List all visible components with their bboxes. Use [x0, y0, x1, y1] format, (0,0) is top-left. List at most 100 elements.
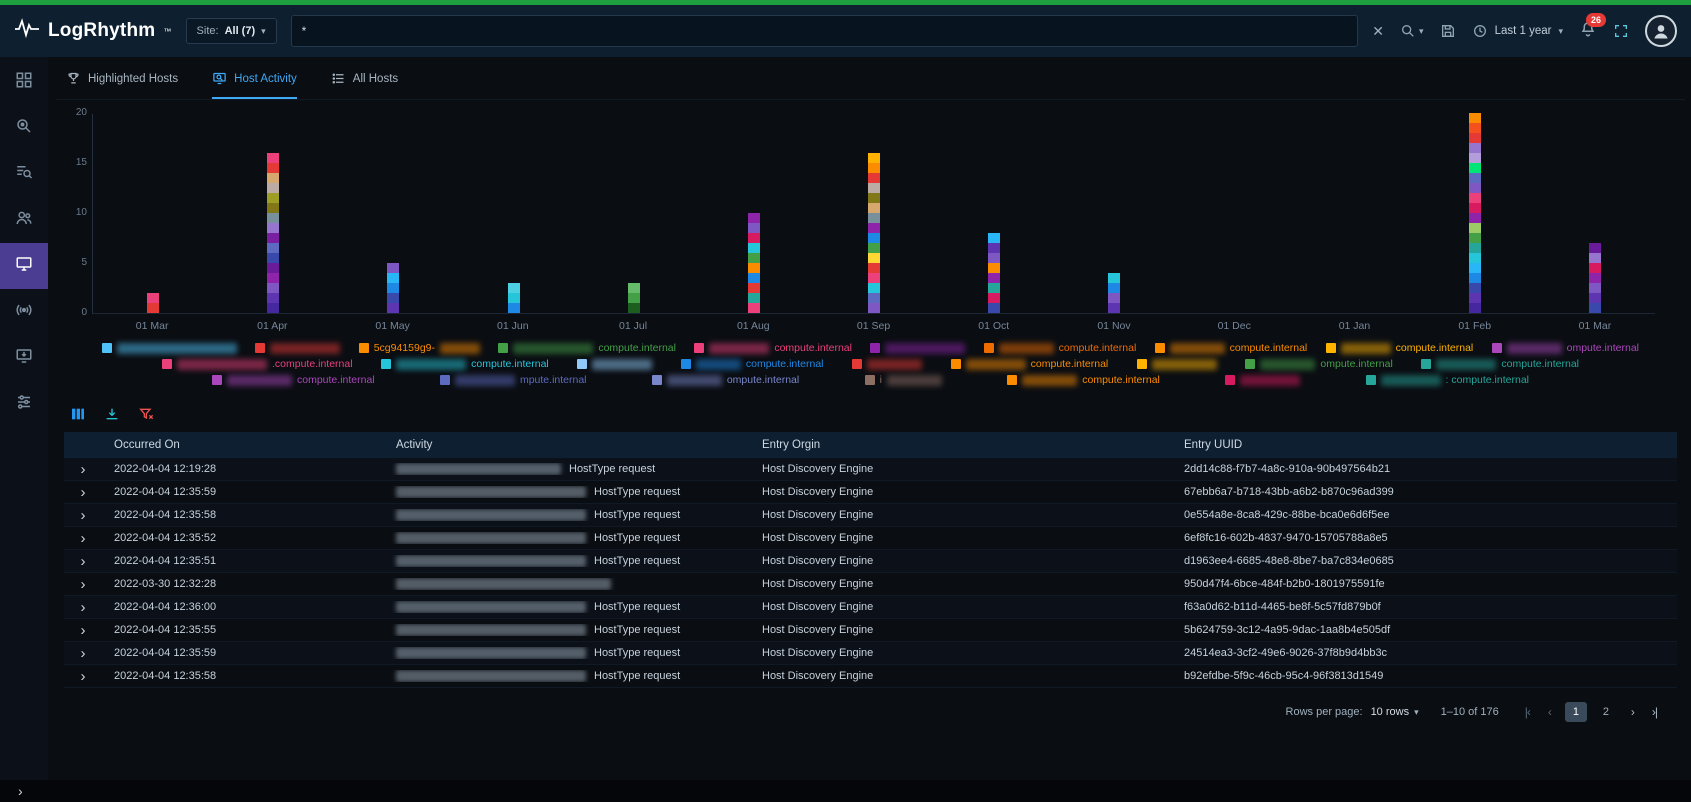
table-row[interactable]: ›2022-04-04 12:19:28HostType requestHost… — [64, 458, 1677, 481]
chart-bar[interactable] — [868, 153, 880, 313]
legend-item[interactable] — [1225, 375, 1300, 386]
first-page-button[interactable]: |‹ — [1521, 703, 1534, 721]
chart-bar[interactable] — [748, 213, 760, 313]
search-options-button[interactable]: ▾ — [1400, 23, 1424, 39]
sidebar-expand-icon[interactable]: › — [18, 783, 23, 799]
legend-item[interactable]: ompute.internal — [1245, 358, 1392, 370]
legend-item[interactable] — [577, 359, 652, 370]
user-avatar[interactable] — [1645, 15, 1677, 47]
legend-item[interactable]: ompute.internal — [652, 374, 799, 386]
sidebar-item-users[interactable] — [0, 197, 48, 243]
row-expand-icon[interactable]: › — [64, 461, 102, 478]
row-expand-icon[interactable]: › — [64, 622, 102, 639]
legend-item[interactable]: compute.internal — [1007, 374, 1160, 386]
legend-item[interactable]: compute.internal — [1421, 358, 1579, 370]
legend-item[interactable] — [102, 343, 237, 354]
tab-all-hosts[interactable]: All Hosts — [331, 71, 398, 99]
row-expand-icon[interactable]: › — [64, 530, 102, 547]
legend-item[interactable] — [870, 343, 965, 354]
chart-bar[interactable] — [1108, 273, 1120, 313]
chart-bar-slot — [453, 114, 573, 313]
legend-item[interactable] — [852, 359, 922, 370]
col-entry-uuid[interactable]: Entry UUID — [1172, 439, 1677, 451]
legend-item[interactable]: compute.internal — [984, 342, 1137, 354]
table-row[interactable]: ›2022-04-04 12:35:58HostType requestHost… — [64, 665, 1677, 688]
table-row[interactable]: ›2022-04-04 12:36:00HostType requestHost… — [64, 596, 1677, 619]
chart-bar[interactable] — [628, 283, 640, 313]
legend-item[interactable]: 5cg94159g9- — [359, 342, 480, 354]
legend-item[interactable]: ompute.internal — [1492, 342, 1639, 354]
sidebar-item-deployment[interactable] — [0, 335, 48, 381]
redacted-text — [177, 359, 267, 370]
save-search-button[interactable] — [1440, 23, 1456, 39]
table-row[interactable]: ›2022-04-04 12:35:59HostType requestHost… — [64, 481, 1677, 504]
legend-item[interactable]: compute.internal — [212, 374, 375, 386]
legend-item[interactable] — [1137, 359, 1217, 370]
sidebar-item-dashboards[interactable] — [0, 59, 48, 105]
last-page-button[interactable]: ›| — [1648, 703, 1661, 721]
table-row[interactable]: ›2022-04-04 12:35:55HostType requestHost… — [64, 619, 1677, 642]
sidebar-item-settings[interactable] — [0, 381, 48, 427]
sidebar-item-search[interactable] — [0, 151, 48, 197]
time-range-selector[interactable]: Last 1 year ▾ — [1472, 23, 1563, 39]
site-selector[interactable]: Site: All (7) ▾ — [186, 18, 277, 44]
sidebar-item-hosts[interactable] — [0, 243, 48, 289]
chart-bar[interactable] — [508, 283, 520, 313]
chart-bar[interactable] — [267, 153, 279, 313]
legend-item[interactable] — [255, 343, 340, 354]
chart-bar[interactable] — [1589, 243, 1601, 313]
body-row: Highlighted HostsHost ActivityAll Hosts … — [0, 57, 1691, 780]
chart-bar[interactable] — [988, 233, 1000, 313]
clear-search-icon[interactable]: ✕ — [1372, 23, 1384, 40]
table-row[interactable]: ›2022-04-04 12:35:51HostType requestHost… — [64, 550, 1677, 573]
table-row[interactable]: ›2022-03-30 12:32:28Host Discovery Engin… — [64, 573, 1677, 596]
next-page-button[interactable]: › — [1627, 703, 1638, 721]
legend-item[interactable]: compute.internal — [1326, 342, 1474, 354]
legend-item[interactable]: compute.internal — [381, 358, 549, 370]
row-expand-icon[interactable]: › — [64, 576, 102, 593]
row-expand-icon[interactable]: › — [64, 599, 102, 616]
columns-button[interactable] — [70, 406, 86, 422]
row-expand-icon[interactable]: › — [64, 507, 102, 524]
previous-page-button[interactable]: ‹ — [1544, 703, 1555, 721]
page-button-2[interactable]: 2 — [1595, 702, 1617, 722]
legend-item[interactable]: compute.internal — [498, 342, 676, 354]
table-row[interactable]: ›2022-04-04 12:35:58HostType requestHost… — [64, 504, 1677, 527]
download-button[interactable] — [104, 406, 120, 422]
legend-item[interactable]: compute.internal — [1155, 342, 1308, 354]
col-entry-origin[interactable]: Entry Orgin — [750, 439, 1172, 451]
legend-item[interactable]: compute.internal — [681, 358, 824, 370]
row-expand-icon[interactable]: › — [64, 484, 102, 501]
col-occurred-on[interactable]: Occurred On — [102, 439, 384, 451]
sidebar-item-network[interactable] — [0, 289, 48, 335]
clear-filters-button[interactable] — [138, 406, 154, 422]
search-input[interactable] — [302, 24, 1348, 38]
sidebar-item-analyze[interactable] — [0, 105, 48, 151]
legend-item[interactable]: compute.internal — [694, 342, 852, 354]
row-expand-icon[interactable]: › — [64, 645, 102, 662]
legend-item[interactable]: i — [865, 374, 942, 386]
occurred-on-cell: 2022-04-04 12:35:59 — [102, 647, 384, 659]
tab-highlighted-hosts[interactable]: Highlighted Hosts — [66, 71, 178, 99]
notifications-button[interactable]: 26 — [1579, 20, 1597, 43]
legend-item[interactable]: compute.internal — [951, 358, 1109, 370]
page-button-1[interactable]: 1 — [1565, 702, 1587, 722]
fullscreen-button[interactable] — [1613, 23, 1629, 39]
legend-item[interactable]: : compute.internal — [1366, 374, 1529, 386]
legend-item[interactable]: mpute.internal — [440, 374, 587, 386]
logo-trademark: ™ — [163, 27, 171, 36]
rows-per-page-select[interactable]: 10 rows ▾ — [1371, 706, 1419, 718]
table-row[interactable]: ›2022-04-04 12:35:59HostType requestHost… — [64, 642, 1677, 665]
legend-item[interactable]: .compute.internal — [162, 358, 353, 370]
chart-bar[interactable] — [387, 263, 399, 313]
chart-bar-segment — [1469, 293, 1481, 303]
chart-bar[interactable] — [147, 293, 159, 313]
table-row[interactable]: ›2022-04-04 12:35:52HostType requestHost… — [64, 527, 1677, 550]
row-expand-icon[interactable]: › — [64, 553, 102, 570]
col-activity[interactable]: Activity — [384, 439, 750, 451]
entry-uuid-cell: 950d47f4-6bce-484f-b2b0-1801975591fe — [1172, 578, 1677, 590]
legend-swatch — [865, 375, 875, 385]
row-expand-icon[interactable]: › — [64, 668, 102, 685]
chart-bar[interactable] — [1469, 113, 1481, 313]
tab-host-activity[interactable]: Host Activity — [212, 71, 297, 99]
